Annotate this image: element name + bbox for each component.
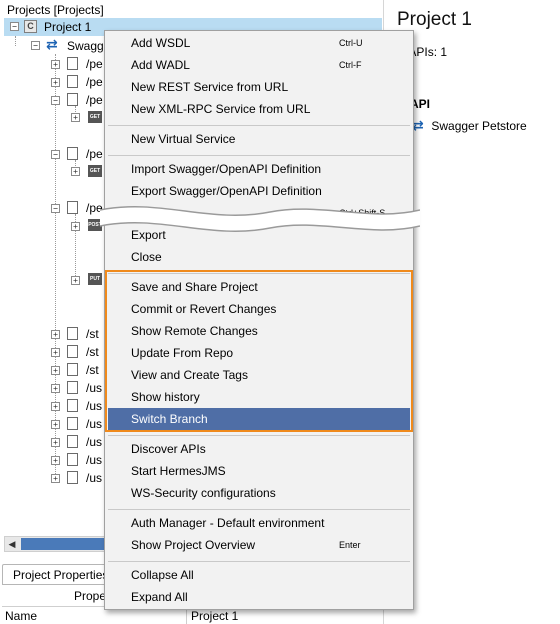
menu-item-new-rest-service[interactable]: New REST Service from URL — [131, 80, 288, 94]
editor-title: Project 1 — [397, 9, 472, 30]
menu-separator — [108, 561, 410, 562]
expand-icon[interactable]: + — [51, 384, 60, 393]
expand-icon[interactable]: + — [51, 78, 60, 87]
menu-item-ws-security[interactable]: WS-Security configurations — [131, 486, 276, 500]
resource-icon — [67, 147, 78, 160]
menu-shortcut: Enter — [339, 540, 361, 550]
expand-icon[interactable]: + — [51, 420, 60, 429]
rest-interface-icon: ⇄ — [412, 117, 424, 133]
callout-highlight-box — [105, 270, 413, 432]
tree-root-label: Project 1 — [44, 20, 92, 34]
tree-resource-label[interactable]: /us — [86, 471, 102, 485]
menu-item-import-swagger[interactable]: Import Swagger/OpenAPI Definition — [131, 162, 321, 176]
collapse-icon[interactable]: − — [10, 22, 19, 31]
expand-icon[interactable]: + — [51, 402, 60, 411]
tree-connector — [55, 54, 56, 478]
menu-item-start-hermesjms[interactable]: Start HermesJMS — [131, 464, 226, 478]
resource-icon — [67, 345, 78, 358]
tab-label: Project Properties — [13, 568, 109, 582]
expand-icon[interactable]: + — [51, 438, 60, 447]
menu-item-add-wadl[interactable]: Add WADL — [131, 58, 190, 72]
collapse-icon[interactable]: − — [51, 96, 60, 105]
resource-icon — [67, 381, 78, 394]
resource-icon — [67, 363, 78, 376]
resource-icon — [67, 435, 78, 448]
menu-item-collapse-all[interactable]: Collapse All — [131, 568, 194, 582]
tree-resource-label[interactable]: /us — [86, 417, 102, 431]
menu-item-show-project-overview[interactable]: Show Project Overview — [131, 538, 255, 552]
property-value-cell[interactable]: Project 1 — [191, 609, 238, 623]
tab-project-properties[interactable]: Project Properties — [2, 564, 112, 584]
screenshot-cut-decoration — [100, 206, 420, 232]
resource-icon — [67, 327, 78, 340]
resource-icon — [67, 453, 78, 466]
expand-icon[interactable]: + — [51, 348, 60, 357]
property-name-cell: Name — [5, 609, 38, 623]
api-item-label: Swagger Petstore — [431, 119, 527, 133]
menu-separator — [108, 509, 410, 510]
tree-resource-label[interactable]: /us — [86, 453, 102, 467]
resource-icon — [67, 417, 78, 430]
tree-connector — [15, 36, 16, 46]
menu-item-new-virtual-service[interactable]: New Virtual Service — [131, 132, 235, 146]
expand-icon[interactable]: + — [71, 167, 80, 176]
collapse-icon[interactable]: − — [51, 204, 60, 213]
menu-item-discover-apis[interactable]: Discover APIs — [131, 442, 206, 456]
menu-separator — [108, 155, 410, 156]
resource-icon — [67, 201, 78, 214]
tree-resource-label[interactable]: /us — [86, 435, 102, 449]
expand-icon[interactable]: + — [51, 366, 60, 375]
tree-resource-label[interactable]: /st — [86, 345, 99, 359]
resource-icon — [67, 93, 78, 106]
navigator-title: Projects [Projects] — [7, 3, 104, 17]
method-get-icon: GET — [88, 165, 102, 177]
menu-item-close[interactable]: Close — [131, 250, 162, 264]
method-put-icon: PUT — [88, 273, 102, 285]
expand-icon[interactable]: + — [51, 456, 60, 465]
api-list-item[interactable]: ⇄ Swagger Petstore — [412, 117, 527, 133]
expand-icon[interactable]: + — [71, 222, 80, 231]
context-menu: Add WSDL Ctrl-U Add WADL Ctrl-F New REST… — [104, 30, 414, 610]
tree-resource-label[interactable]: /st — [86, 363, 99, 377]
scroll-left-icon[interactable]: ◀ — [5, 537, 19, 551]
menu-item-auth-manager[interactable]: Auth Manager - Default environment — [131, 516, 324, 530]
tree-resource-label[interactable]: /pe — [86, 147, 103, 161]
menu-separator — [108, 435, 410, 436]
collapse-icon[interactable]: − — [51, 150, 60, 159]
menu-shortcut: Ctrl-F — [339, 60, 362, 70]
tree-resource-label[interactable]: /us — [86, 381, 102, 395]
method-get-icon: GET — [88, 111, 102, 123]
tree-resource-label[interactable]: /st — [86, 327, 99, 341]
tree-resource-label[interactable]: /pe — [86, 75, 103, 89]
menu-shortcut: Ctrl-U — [339, 38, 363, 48]
collapse-icon[interactable]: − — [31, 41, 40, 50]
menu-item-add-wsdl[interactable]: Add WSDL — [131, 36, 190, 50]
tree-resource-label[interactable]: /pe — [86, 57, 103, 71]
tree-resource-label[interactable]: /pe — [86, 93, 103, 107]
expand-icon[interactable]: + — [51, 474, 60, 483]
menu-item-new-xmlrpc-service[interactable]: New XML-RPC Service from URL — [131, 102, 310, 116]
expand-icon[interactable]: + — [71, 276, 80, 285]
project-icon: C — [24, 20, 37, 33]
expand-icon[interactable]: + — [51, 330, 60, 339]
menu-separator — [108, 125, 410, 126]
tree-resource-label[interactable]: /us — [86, 399, 102, 413]
resource-icon — [67, 399, 78, 412]
properties-column-header[interactable]: Prope — [74, 589, 106, 603]
resource-icon — [67, 75, 78, 88]
tree-interface-label[interactable]: Swagg — [67, 39, 104, 53]
menu-item-expand-all[interactable]: Expand All — [131, 590, 188, 604]
expand-icon[interactable]: + — [51, 60, 60, 69]
expand-icon[interactable]: + — [71, 113, 80, 122]
rest-interface-icon: ⇄ — [46, 36, 58, 52]
resource-icon — [67, 471, 78, 484]
resource-icon — [67, 57, 78, 70]
